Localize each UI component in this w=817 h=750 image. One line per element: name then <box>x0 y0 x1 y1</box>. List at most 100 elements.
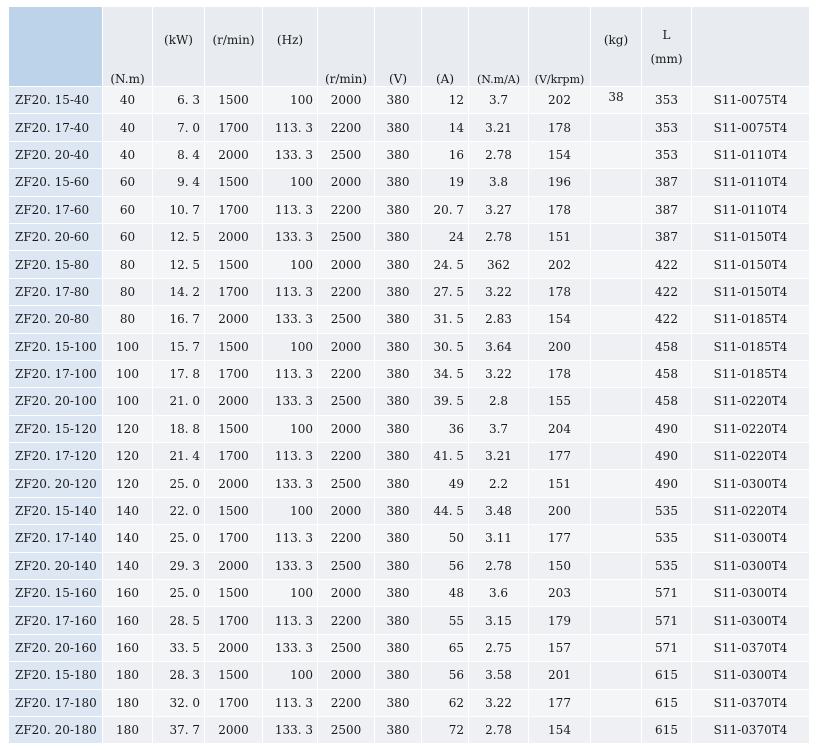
cell-inverter: S11-0150T4 <box>691 222 810 252</box>
cell-torque-constant: 3.7 <box>468 85 529 115</box>
cell-frequency: 100 <box>262 250 318 279</box>
cell-current: 50 <box>421 524 469 553</box>
cell-frequency: 113. 3 <box>262 195 318 224</box>
cell-weight <box>590 387 642 416</box>
table-row: ZF20. 15-60 60 9. 4 1500 100 2000 380 19 3.8 196 3… <box>8 168 810 197</box>
cell-length: 571 <box>641 579 692 608</box>
cell-power: 25. 0 <box>152 469 205 498</box>
cell-back-emf: 204 <box>528 414 591 444</box>
cell-model: ZF20. 20-100 <box>8 387 103 416</box>
cell-max-speed: 2000 <box>317 250 375 279</box>
cell-back-emf: 151 <box>528 469 591 498</box>
cell-model: ZF20. 17-80 <box>8 277 103 307</box>
cell-voltage: 380 <box>374 277 422 307</box>
cell-max-speed: 2000 <box>317 414 375 444</box>
cell-torque: 120 <box>102 414 153 444</box>
cell-rated-speed: 2000 <box>204 305 263 334</box>
cell-length: 615 <box>641 715 692 745</box>
cell-rated-speed: 2000 <box>204 222 263 252</box>
cell-torque: 140 <box>102 524 153 553</box>
cell-torque-constant: 2.83 <box>468 305 529 334</box>
table-row: ZF20. 15-120 120 18. 8 1500 100 2000 380 36 3.7 2… <box>8 414 810 444</box>
cell-inverter: S11-0300T4 <box>691 551 810 581</box>
cell-inverter: S11-0300T4 <box>691 661 810 690</box>
cell-rated-speed: 1700 <box>204 606 263 635</box>
cell-inverter: S11-0110T4 <box>691 195 810 224</box>
cell-back-emf: 151 <box>528 222 591 252</box>
cell-length: 422 <box>641 305 692 334</box>
cell-torque: 100 <box>102 387 153 416</box>
cell-frequency: 133. 3 <box>262 715 318 745</box>
cell-power: 29. 3 <box>152 551 205 581</box>
cell-rated-speed: 1500 <box>204 85 263 115</box>
cell-voltage: 380 <box>374 633 422 663</box>
cell-weight <box>590 305 642 334</box>
cell-weight: 38 <box>590 85 642 115</box>
cell-rated-speed: 2000 <box>204 469 263 498</box>
cell-torque: 80 <box>102 277 153 307</box>
table-body: ZF20. 15-40 40 6. 3 1500 100 2000 380 12 3.7 202 3… <box>8 85 810 745</box>
cell-model: ZF20. 20-140 <box>8 551 103 581</box>
table-row: ZF20. 17-100 100 17. 8 1700 113. 3 2200 380 34.… <box>8 359 810 389</box>
table-row: ZF20. 17-180 180 32. 0 1700 113. 3 2200 380 62 3… <box>8 688 810 717</box>
header-torque-constant: (N.m/A) <box>468 6 529 87</box>
cell-rated-speed: 2000 <box>204 551 263 581</box>
header-torque: (N.m) <box>102 6 153 87</box>
cell-frequency: 113. 3 <box>262 277 318 307</box>
table-row: ZF20. 20-180 180 37. 7 2000 133. 3 2500 380 72 2… <box>8 715 810 745</box>
cell-power: 14. 2 <box>152 277 205 307</box>
cell-torque: 180 <box>102 715 153 745</box>
cell-power: 37. 7 <box>152 715 205 745</box>
cell-back-emf: 202 <box>528 85 591 115</box>
cell-back-emf: 150 <box>528 551 591 581</box>
cell-torque-constant: 3.48 <box>468 496 529 526</box>
cell-power: 16. 7 <box>152 305 205 334</box>
cell-power: 21. 0 <box>152 387 205 416</box>
cell-back-emf: 202 <box>528 250 591 279</box>
cell-voltage: 380 <box>374 661 422 690</box>
table-row: ZF20. 15-140 140 22. 0 1500 100 2000 380 44. 53… <box>8 496 810 526</box>
table-row: ZF20. 17-60 60 10. 7 1700 113. 3 2200 380 20. 7… <box>8 195 810 224</box>
cell-current: 44. 5 <box>421 496 469 526</box>
cell-current: 20. 7 <box>421 195 469 224</box>
cell-torque-constant: 2.75 <box>468 633 529 663</box>
cell-length: 387 <box>641 222 692 252</box>
header-length-label: L <box>662 27 671 42</box>
cell-current: 24. 5 <box>421 250 469 279</box>
cell-back-emf: 155 <box>528 387 591 416</box>
cell-inverter: S11-0185T4 <box>691 359 810 389</box>
cell-inverter: S11-0370T4 <box>691 633 810 663</box>
cell-inverter: S11-0075T4 <box>691 113 810 142</box>
cell-torque-constant: 3.64 <box>468 332 529 361</box>
cell-length: 571 <box>641 606 692 635</box>
cell-torque: 100 <box>102 359 153 389</box>
cell-model: ZF20. 15-60 <box>8 168 103 197</box>
cell-rated-speed: 1500 <box>204 496 263 526</box>
cell-model: ZF20. 17-180 <box>8 688 103 717</box>
cell-model: ZF20. 15-180 <box>8 661 103 690</box>
cell-weight <box>590 113 642 142</box>
cell-voltage: 380 <box>374 524 422 553</box>
cell-model: ZF20. 17-140 <box>8 524 103 553</box>
cell-torque: 160 <box>102 579 153 608</box>
cell-current: 19 <box>421 168 469 197</box>
page: (N.m) (kW) (r/min) (Hz) (r/min) (V) (A) … <box>0 0 817 750</box>
cell-max-speed: 2000 <box>317 579 375 608</box>
cell-torque: 140 <box>102 551 153 581</box>
cell-weight <box>590 633 642 663</box>
table-row: ZF20. 17-120 120 21. 4 1700 113. 3 2200 380 41.… <box>8 442 810 471</box>
cell-voltage: 380 <box>374 414 422 444</box>
cell-torque-constant: 2.8 <box>468 387 529 416</box>
cell-voltage: 380 <box>374 442 422 471</box>
cell-torque: 160 <box>102 606 153 635</box>
cell-weight <box>590 195 642 224</box>
cell-voltage: 380 <box>374 250 422 279</box>
cell-max-speed: 2500 <box>317 305 375 334</box>
cell-model: ZF20. 20-120 <box>8 469 103 498</box>
cell-power: 7. 0 <box>152 113 205 142</box>
cell-back-emf: 178 <box>528 195 591 224</box>
cell-max-speed: 2200 <box>317 688 375 717</box>
cell-torque-constant: 362 <box>468 250 529 279</box>
cell-back-emf: 201 <box>528 661 591 690</box>
cell-voltage: 380 <box>374 469 422 498</box>
